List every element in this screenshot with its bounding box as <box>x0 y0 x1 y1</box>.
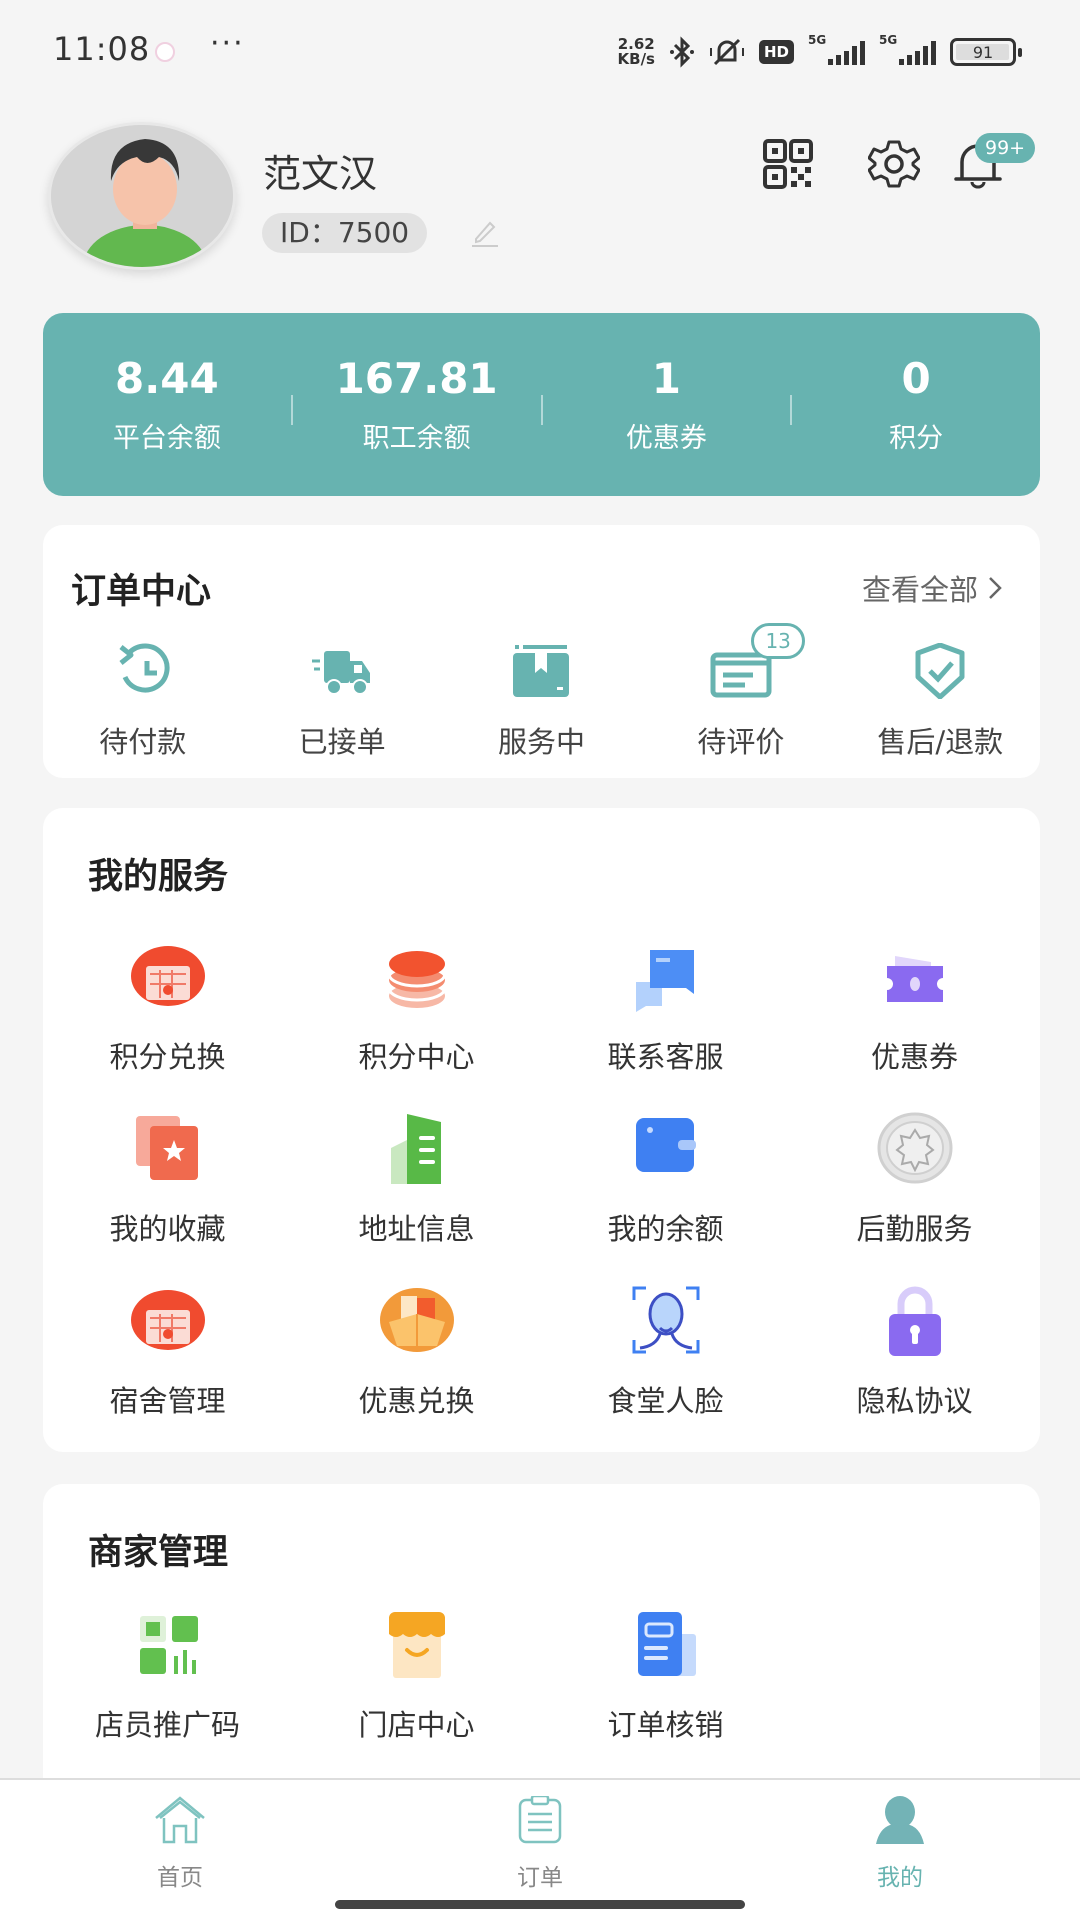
building-icon <box>390 1114 441 1184</box>
service-discount-exchange[interactable]: 优惠兑换 <box>292 1280 541 1452</box>
gift-box-icon <box>379 1288 454 1352</box>
shield-check-icon <box>915 643 965 699</box>
merchant-store-center[interactable]: 门店中心 <box>292 1604 541 1776</box>
avatar-illustration <box>51 125 233 267</box>
storefront-icon <box>388 1612 445 1678</box>
order-accepted[interactable]: 已接单 <box>242 643 441 761</box>
balance-points[interactable]: 0 积分 <box>792 354 1040 455</box>
notification-badge: 99+ <box>975 133 1036 163</box>
coupon-ticket-icon <box>886 956 943 1002</box>
service-dormitory[interactable]: 宿舍管理 <box>43 1280 292 1452</box>
delivery-truck-icon <box>312 651 371 695</box>
hd-voice-icon: HD <box>758 40 794 64</box>
home-icon <box>155 1796 205 1844</box>
service-customer-support[interactable]: 联系客服 <box>541 936 790 1108</box>
order-in-service[interactable]: 服务中 <box>442 643 641 761</box>
padlock-icon <box>888 1286 941 1356</box>
clipboard-icon <box>518 1796 562 1844</box>
service-logistics[interactable]: 后勤服务 <box>790 1108 1039 1280</box>
bottom-tab-bar: 首页 订单 我的 <box>0 1778 1080 1920</box>
service-my-balance[interactable]: 我的余额 <box>541 1108 790 1280</box>
user-id: ID：7500 <box>262 213 428 253</box>
merchant-staff-promo-code[interactable]: 店员推广码 <box>43 1604 292 1776</box>
status-bar: 11:08 ··· 2.62 KB/s HD 5G 5G 91 <box>0 0 1080 100</box>
order-center-card: 订单中心 查看全部 待付款 已接单 服务中 13 待评价 售后/退款 <box>43 525 1040 778</box>
bluetooth-icon <box>669 36 694 68</box>
tab-orders[interactable]: 订单 <box>440 1796 640 1892</box>
more-notifications-icon: ··· <box>210 26 245 61</box>
service-privacy-policy[interactable]: 隐私协议 <box>790 1280 1039 1452</box>
order-after-sales[interactable]: 售后/退款 <box>841 643 1040 761</box>
my-services-title: 我的服务 <box>88 857 229 897</box>
service-coupons[interactable]: 优惠券 <box>790 936 1039 1108</box>
network-speed: 2.62 KB/s <box>617 35 655 68</box>
signal-5g-1-icon: 5G <box>808 33 865 65</box>
pending-payment-icon <box>119 643 170 693</box>
service-canteen-face[interactable]: 食堂人脸 <box>541 1280 790 1452</box>
merchant-title: 商家管理 <box>88 1533 229 1573</box>
order-center-title: 订单中心 <box>71 572 212 612</box>
tab-mine[interactable]: 我的 <box>800 1796 1000 1892</box>
face-scan-icon <box>632 1286 699 1354</box>
order-to-review[interactable]: 13 待评价 <box>641 623 840 761</box>
points-exchange-icon <box>130 946 205 1006</box>
chevron-right-icon <box>989 577 1002 599</box>
merchant-management-card: 商家管理 店员推广码 门店中心 订单核销 <box>43 1484 1040 1804</box>
balance-card: 8.44 平台余额 167.81 职工余额 1 优惠券 0 积分 <box>43 313 1040 496</box>
coin-stack-icon <box>387 951 446 1008</box>
user-name: 范文汉 <box>263 152 378 196</box>
qr-promo-icon <box>139 1616 198 1674</box>
my-services-card: 我的服务 积分兑换 积分中心 联系客服 优惠券 我的收藏 地址信息 我的余额 后… <box>43 808 1040 1452</box>
service-points-exchange[interactable]: 积分兑换 <box>43 936 292 1108</box>
badge-seal-icon <box>877 1112 952 1184</box>
edit-pencil-icon[interactable] <box>468 215 502 249</box>
qr-code-icon[interactable] <box>762 138 814 190</box>
service-points-center[interactable]: 积分中心 <box>292 936 541 1108</box>
avatar[interactable] <box>48 122 236 270</box>
order-verify-icon <box>637 1612 696 1676</box>
view-all-orders-link[interactable]: 查看全部 <box>862 567 1004 609</box>
dormitory-icon <box>130 1290 205 1350</box>
silent-bell-icon <box>709 38 744 66</box>
service-favorites[interactable]: 我的收藏 <box>43 1108 292 1280</box>
settings-gear-icon[interactable] <box>868 138 920 190</box>
tab-home[interactable]: 首页 <box>80 1796 280 1892</box>
balance-platform[interactable]: 8.44 平台余额 <box>43 354 291 455</box>
balance-staff[interactable]: 167.81 职工余额 <box>293 354 541 455</box>
merchant-order-verification[interactable]: 订单核销 <box>541 1604 790 1776</box>
chat-bubbles-icon <box>635 950 694 1012</box>
balance-coupons[interactable]: 1 优惠券 <box>543 354 791 455</box>
status-time: 11:08 <box>53 30 151 68</box>
battery-icon: 91 <box>950 38 1022 66</box>
app-notification-icon <box>155 42 175 62</box>
order-pending-payment[interactable]: 待付款 <box>43 643 242 761</box>
wallet-icon <box>635 1118 696 1172</box>
signal-5g-2-icon: 5G <box>879 33 936 65</box>
service-address-info[interactable]: 地址信息 <box>292 1108 541 1280</box>
user-icon <box>876 1796 924 1844</box>
review-count-badge: 13 <box>751 623 806 659</box>
favorite-star-card-icon <box>135 1116 198 1180</box>
home-indicator[interactable] <box>335 1900 745 1909</box>
package-box-icon <box>513 645 570 697</box>
